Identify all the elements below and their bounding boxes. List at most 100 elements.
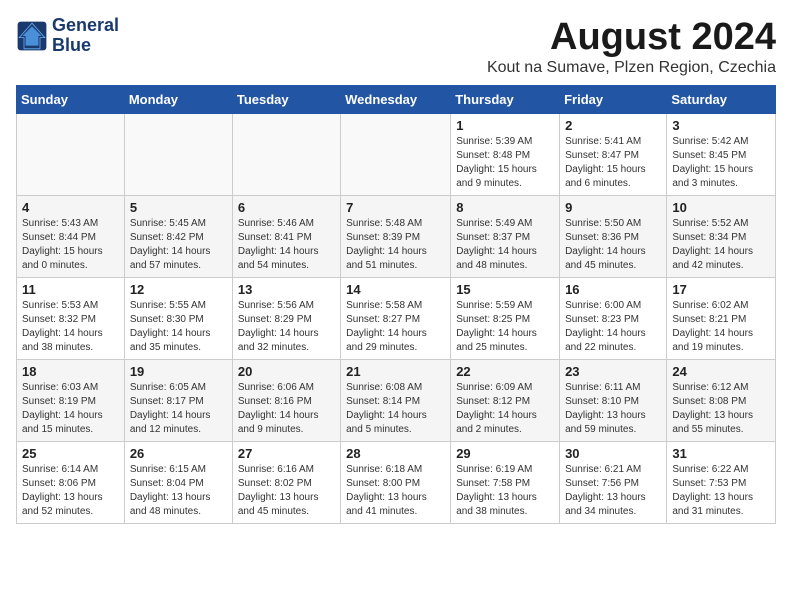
calendar-cell: 19 Sunrise: 6:05 AM Sunset: 8:17 PM Dayli… <box>124 360 232 442</box>
calendar-cell: 31 Sunrise: 6:22 AM Sunset: 7:53 PM Dayli… <box>667 442 776 524</box>
day-info: Sunrise: 6:08 AM Sunset: 8:14 PM Dayligh… <box>346 381 445 437</box>
day-info: Sunrise: 5:45 AM Sunset: 8:42 PM Dayligh… <box>130 217 227 273</box>
calendar-cell: 16 Sunrise: 6:00 AM Sunset: 8:23 PM Dayli… <box>560 278 667 360</box>
day-number: 10 <box>672 200 770 215</box>
day-info: Sunrise: 5:49 AM Sunset: 8:37 PM Dayligh… <box>456 217 554 273</box>
calendar-cell: 29 Sunrise: 6:19 AM Sunset: 7:58 PM Dayli… <box>451 442 560 524</box>
logo: General Blue <box>16 16 119 56</box>
calendar-cell: 20Sunrise: 6:06 AM Sunset: 8:16 PM Dayli… <box>232 360 340 442</box>
day-info: Sunrise: 6:05 AM Sunset: 8:17 PM Dayligh… <box>130 381 227 437</box>
day-number: 31 <box>672 446 770 461</box>
day-info: Sunrise: 5:59 AM Sunset: 8:25 PM Dayligh… <box>456 299 554 355</box>
calendar-week-0: 1 Sunrise: 5:39 AM Sunset: 8:48 PM Daylig… <box>17 114 776 196</box>
day-info: Sunrise: 6:14 AM Sunset: 8:06 PM Dayligh… <box>22 463 119 519</box>
logo-line2: Blue <box>52 35 91 55</box>
day-number: 13 <box>238 282 335 297</box>
calendar-cell: 8 Sunrise: 5:49 AM Sunset: 8:37 PM Daylig… <box>451 196 560 278</box>
day-number: 14 <box>346 282 445 297</box>
day-number: 5 <box>130 200 227 215</box>
day-info: Sunrise: 5:42 AM Sunset: 8:45 PM Dayligh… <box>672 135 770 191</box>
calendar-cell: 21 Sunrise: 6:08 AM Sunset: 8:14 PM Dayli… <box>341 360 451 442</box>
day-info: Sunrise: 5:56 AM Sunset: 8:29 PM Dayligh… <box>238 299 335 355</box>
day-number: 11 <box>22 282 119 297</box>
col-sunday: Sunday <box>17 86 125 114</box>
day-info: Sunrise: 5:52 AM Sunset: 8:34 PM Dayligh… <box>672 217 770 273</box>
calendar-cell: 30 Sunrise: 6:21 AM Sunset: 7:56 PM Dayli… <box>560 442 667 524</box>
day-info: Sunrise: 6:18 AM Sunset: 8:00 PM Dayligh… <box>346 463 445 519</box>
day-info: Sunrise: 6:15 AM Sunset: 8:04 PM Dayligh… <box>130 463 227 519</box>
day-number: 1 <box>456 118 554 133</box>
day-number: 23 <box>565 364 661 379</box>
calendar-cell: 22 Sunrise: 6:09 AM Sunset: 8:12 PM Dayli… <box>451 360 560 442</box>
calendar-cell: 7 Sunrise: 5:48 AM Sunset: 8:39 PM Daylig… <box>341 196 451 278</box>
calendar-cell: 5 Sunrise: 5:45 AM Sunset: 8:42 PM Daylig… <box>124 196 232 278</box>
day-number: 4 <box>22 200 119 215</box>
day-number: 30 <box>565 446 661 461</box>
day-number: 24 <box>672 364 770 379</box>
day-number: 19 <box>130 364 227 379</box>
day-info: Sunrise: 6:09 AM Sunset: 8:12 PM Dayligh… <box>456 381 554 437</box>
calendar-subtitle: Kout na Sumave, Plzen Region, Czechia <box>487 59 776 77</box>
logo-icon <box>16 20 48 52</box>
calendar-cell: 23 Sunrise: 6:11 AM Sunset: 8:10 PM Dayli… <box>560 360 667 442</box>
col-monday: Monday <box>124 86 232 114</box>
day-number: 25 <box>22 446 119 461</box>
day-number: 18 <box>22 364 119 379</box>
col-friday: Friday <box>560 86 667 114</box>
col-thursday: Thursday <box>451 86 560 114</box>
calendar-cell: 15 Sunrise: 5:59 AM Sunset: 8:25 PM Dayli… <box>451 278 560 360</box>
calendar-cell <box>341 114 451 196</box>
calendar-cell: 18 Sunrise: 6:03 AM Sunset: 8:19 PM Dayli… <box>17 360 125 442</box>
calendar-week-2: 11 Sunrise: 5:53 AM Sunset: 8:32 PM Dayli… <box>17 278 776 360</box>
day-number: 21 <box>346 364 445 379</box>
calendar-cell: 10 Sunrise: 5:52 AM Sunset: 8:34 PM Dayli… <box>667 196 776 278</box>
calendar-title: August 2024 <box>487 16 776 59</box>
day-info: Sunrise: 6:02 AM Sunset: 8:21 PM Dayligh… <box>672 299 770 355</box>
day-info: Sunrise: 6:00 AM Sunset: 8:23 PM Dayligh… <box>565 299 661 355</box>
calendar-cell: 27Sunrise: 6:16 AM Sunset: 8:02 PM Dayli… <box>232 442 340 524</box>
calendar-cell: 24 Sunrise: 6:12 AM Sunset: 8:08 PM Dayli… <box>667 360 776 442</box>
day-info: Sunrise: 6:11 AM Sunset: 8:10 PM Dayligh… <box>565 381 661 437</box>
calendar-cell <box>17 114 125 196</box>
col-wednesday: Wednesday <box>341 86 451 114</box>
col-saturday: Saturday <box>667 86 776 114</box>
day-info: Sunrise: 6:21 AM Sunset: 7:56 PM Dayligh… <box>565 463 661 519</box>
day-info: Sunrise: 6:03 AM Sunset: 8:19 PM Dayligh… <box>22 381 119 437</box>
day-info: Sunrise: 5:48 AM Sunset: 8:39 PM Dayligh… <box>346 217 445 273</box>
day-info: Sunrise: 5:53 AM Sunset: 8:32 PM Dayligh… <box>22 299 119 355</box>
calendar-week-1: 4Sunrise: 5:43 AM Sunset: 8:44 PM Daylig… <box>17 196 776 278</box>
calendar-cell: 2Sunrise: 5:41 AM Sunset: 8:47 PM Daylig… <box>560 114 667 196</box>
day-info: Sunrise: 6:22 AM Sunset: 7:53 PM Dayligh… <box>672 463 770 519</box>
day-number: 7 <box>346 200 445 215</box>
day-number: 26 <box>130 446 227 461</box>
day-number: 9 <box>565 200 661 215</box>
calendar-cell: 28 Sunrise: 6:18 AM Sunset: 8:00 PM Dayli… <box>341 442 451 524</box>
calendar-cell: 26 Sunrise: 6:15 AM Sunset: 8:04 PM Dayli… <box>124 442 232 524</box>
calendar-cell: 6Sunrise: 5:46 AM Sunset: 8:41 PM Daylig… <box>232 196 340 278</box>
day-number: 29 <box>456 446 554 461</box>
day-info: Sunrise: 6:19 AM Sunset: 7:58 PM Dayligh… <box>456 463 554 519</box>
day-number: 16 <box>565 282 661 297</box>
logo-line1: General <box>52 15 119 35</box>
calendar-body: 1 Sunrise: 5:39 AM Sunset: 8:48 PM Daylig… <box>17 114 776 524</box>
day-info: Sunrise: 6:12 AM Sunset: 8:08 PM Dayligh… <box>672 381 770 437</box>
day-number: 2 <box>565 118 661 133</box>
calendar-cell: 4Sunrise: 5:43 AM Sunset: 8:44 PM Daylig… <box>17 196 125 278</box>
calendar-week-3: 18 Sunrise: 6:03 AM Sunset: 8:19 PM Dayli… <box>17 360 776 442</box>
day-number: 28 <box>346 446 445 461</box>
calendar-cell: 3 Sunrise: 5:42 AM Sunset: 8:45 PM Daylig… <box>667 114 776 196</box>
day-info: Sunrise: 5:58 AM Sunset: 8:27 PM Dayligh… <box>346 299 445 355</box>
page-header: General Blue August 2024 Kout na Sumave,… <box>16 16 776 77</box>
calendar-table: Sunday Monday Tuesday Wednesday Thursday… <box>16 85 776 524</box>
day-info: Sunrise: 5:39 AM Sunset: 8:48 PM Dayligh… <box>456 135 554 191</box>
calendar-week-4: 25 Sunrise: 6:14 AM Sunset: 8:06 PM Dayli… <box>17 442 776 524</box>
logo-text: General Blue <box>52 16 119 56</box>
day-number: 8 <box>456 200 554 215</box>
header-row: Sunday Monday Tuesday Wednesday Thursday… <box>17 86 776 114</box>
day-number: 12 <box>130 282 227 297</box>
day-number: 22 <box>456 364 554 379</box>
day-number: 3 <box>672 118 770 133</box>
day-info: Sunrise: 6:16 AM Sunset: 8:02 PM Dayligh… <box>238 463 335 519</box>
day-number: 15 <box>456 282 554 297</box>
calendar-cell: 14 Sunrise: 5:58 AM Sunset: 8:27 PM Dayli… <box>341 278 451 360</box>
